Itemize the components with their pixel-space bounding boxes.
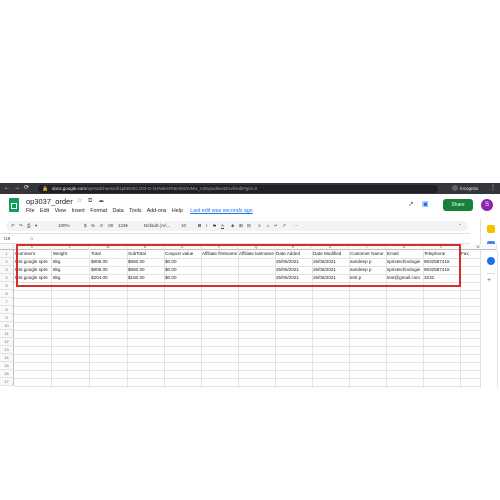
highlight-box [16, 244, 461, 287]
incognito-badge[interactable]: Incognito [452, 185, 478, 193]
url-path: /spreadsheets/d/1pbtG0IC103-G-1HNdvsFb6H… [86, 185, 257, 191]
currency-format-button[interactable]: $ [84, 221, 87, 231]
row-header[interactable]: 1 [0, 250, 14, 258]
row-header[interactable]: 10 [0, 322, 14, 330]
title-actions-icons[interactable]: ☆ ⧉ ☁ [77, 197, 106, 205]
column-gridline [497, 250, 498, 388]
menu-format[interactable]: Format [90, 208, 107, 214]
menu-file[interactable]: File [26, 208, 35, 214]
row-header[interactable]: 6 [0, 290, 14, 298]
row-gridline [14, 362, 480, 363]
table-cell[interactable] [460, 274, 497, 282]
present-icon[interactable]: ▣ [422, 200, 429, 208]
name-box[interactable]: I19 [4, 234, 10, 243]
keep-icon[interactable] [487, 225, 495, 233]
table-cell[interactable] [460, 266, 497, 274]
menu-insert[interactable]: Insert [72, 208, 85, 214]
row-gridline [14, 346, 480, 347]
row-header[interactable]: 17 [0, 378, 14, 386]
row-gridline [14, 354, 480, 355]
document-title[interactable]: op3037_order [26, 197, 73, 206]
row-header[interactable]: 15 [0, 362, 14, 370]
row-header[interactable]: 13 [0, 346, 14, 354]
lock-icon: 🔒 [42, 185, 49, 192]
activity-icon[interactable]: ↗ [408, 200, 414, 208]
row-gridline [14, 290, 480, 291]
menu-help[interactable]: Help [172, 208, 183, 214]
row-header[interactable]: 5 [0, 282, 14, 290]
valign-icon[interactable]: ⊥ [266, 221, 270, 231]
incognito-icon [452, 185, 458, 192]
row-gridline [14, 298, 480, 299]
last-edit-link[interactable]: Last edit was seconds ago [190, 208, 252, 214]
wrap-icon[interactable]: ↵ [274, 221, 278, 231]
borders-icon[interactable]: ⊞ [239, 221, 243, 231]
share-button[interactable]: Share [443, 199, 473, 211]
row-header[interactable]: 9 [0, 314, 14, 322]
row-gridline [14, 338, 480, 339]
row-header[interactable]: 7 [0, 298, 14, 306]
reload-icon[interactable]: ⟳ [24, 185, 29, 192]
text-color-button[interactable]: A [221, 221, 224, 231]
toolbar: ↶ ↷ ⎙ ▾ 100% $ % .0 .00 123▾ Default (Ar… [6, 221, 468, 231]
avatar[interactable]: S [481, 199, 493, 211]
header-cell[interactable]: Fax [460, 250, 497, 258]
print-icon[interactable]: ⎙ [27, 221, 31, 231]
row-gridline [14, 306, 480, 307]
font-size-select[interactable]: 10 [181, 221, 186, 231]
row-header[interactable]: 8 [0, 306, 14, 314]
italic-button[interactable]: I [206, 221, 207, 231]
row-header[interactable]: 14 [0, 354, 14, 362]
row-gridline [14, 370, 480, 371]
menu-tools[interactable]: Tools [129, 208, 141, 214]
back-icon[interactable]: ← [4, 185, 10, 192]
browser-address-bar: ← → ⟳ 🔒 docs.google.com/spreadsheets/d/1… [0, 183, 500, 194]
forward-icon[interactable]: → [14, 185, 20, 192]
percent-format-button[interactable]: % [91, 221, 95, 231]
row-header[interactable]: 12 [0, 338, 14, 346]
menu-view[interactable]: View [55, 208, 66, 214]
row-gridline [14, 330, 480, 331]
row-gridline [14, 386, 480, 387]
more-formats-select[interactable]: 123▾ [118, 221, 128, 231]
fill-color-icon[interactable]: ◈ [231, 221, 234, 231]
fx-icon: fx [30, 236, 34, 241]
menu-addons[interactable]: Add-ons [147, 208, 167, 214]
strikethrough-button[interactable]: S [213, 221, 216, 231]
docs-header: op3037_order ☆ ⧉ ☁ File Edit View Insert… [0, 194, 500, 219]
row-header[interactable]: 2 [0, 258, 14, 266]
row-gridline [14, 378, 480, 379]
row-header[interactable]: 16 [0, 370, 14, 378]
formula-bar: I19 fx [0, 233, 470, 244]
redo-icon[interactable]: ↷ [19, 221, 23, 231]
bold-button[interactable]: B [198, 221, 201, 231]
menu-data[interactable]: Data [113, 208, 124, 214]
browser-menu-icon[interactable]: ⋮ [490, 184, 496, 191]
url-host: docs.google.com [52, 185, 87, 191]
font-select[interactable]: Default (Ari... [144, 221, 170, 231]
zoom-select[interactable]: 100% [58, 221, 70, 231]
row-gridline [14, 314, 480, 315]
increase-decimal-button[interactable]: .00 [107, 221, 113, 231]
paint-format-icon[interactable]: ▾ [35, 221, 37, 231]
menu-edit[interactable]: Edit [40, 208, 49, 214]
collapse-menus-icon[interactable]: ⌃ [458, 221, 462, 231]
undo-icon[interactable]: ↶ [11, 221, 15, 231]
url-bar[interactable]: 🔒 docs.google.com/spreadsheets/d/1pbtG0I… [38, 184, 438, 193]
row-header[interactable]: 3 [0, 266, 14, 274]
sheets-logo-icon[interactable] [9, 198, 19, 212]
menu-bar: File Edit View Insert Format Data Tools … [26, 208, 257, 214]
table-cell[interactable] [460, 258, 497, 266]
merge-cells-icon[interactable]: ⊟ [247, 221, 251, 231]
decrease-decimal-button[interactable]: .0 [99, 221, 103, 231]
rotate-icon[interactable]: ↗ [282, 221, 286, 231]
row-header[interactable]: 11 [0, 330, 14, 338]
incognito-label: Incognito [460, 185, 479, 191]
row-header[interactable]: 4 [0, 274, 14, 282]
row-gridline [14, 322, 480, 323]
align-icon[interactable]: ≡ [258, 221, 261, 231]
more-tools-icon[interactable]: ⋯ [294, 221, 299, 231]
